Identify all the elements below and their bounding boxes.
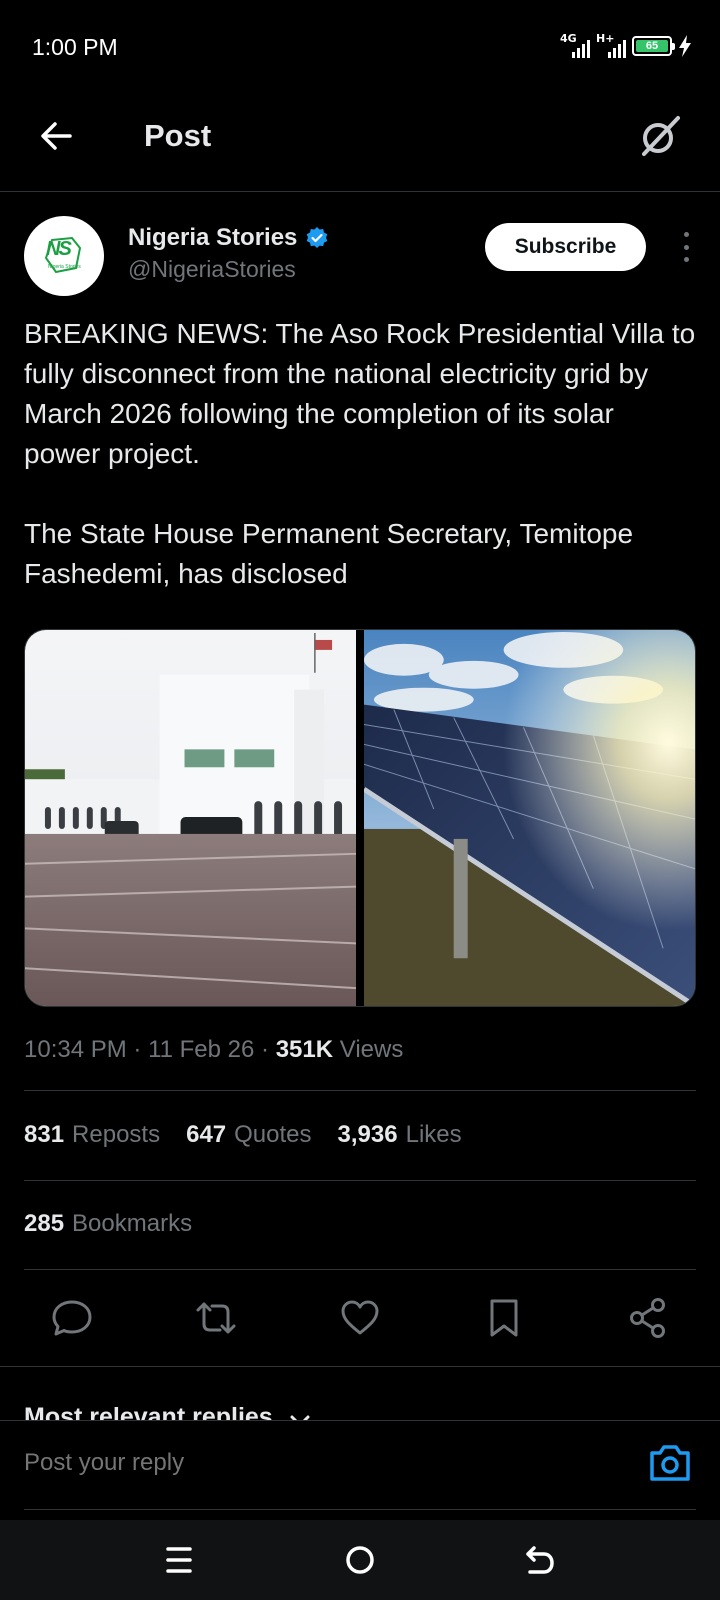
more-options-icon[interactable]	[674, 232, 698, 262]
charging-bolt-icon	[679, 35, 691, 57]
nigeria-stories-logo: NS Nigeria Stories	[42, 234, 86, 278]
battery-icon: 65	[632, 36, 675, 56]
signal-4g-icon: 4G	[560, 32, 590, 58]
avatar-logo-tagline: Nigeria Stories	[48, 264, 81, 270]
quotes-label: Quotes	[234, 1121, 312, 1148]
aso-rock-villa-image[interactable]	[25, 630, 356, 1006]
back-arrow-icon[interactable]	[36, 116, 76, 156]
battery-level: 65	[636, 40, 668, 52]
divider	[24, 1090, 696, 1091]
share-icon[interactable]	[626, 1296, 670, 1340]
post-media	[24, 629, 696, 1007]
bookmarks-label: Bookmarks	[72, 1210, 193, 1237]
divider	[24, 1180, 696, 1181]
divider	[24, 1269, 696, 1270]
reply-input[interactable]	[24, 1449, 334, 1477]
bookmarks-count: 285	[24, 1210, 65, 1237]
back-icon[interactable]	[522, 1542, 558, 1578]
like-icon[interactable]	[338, 1296, 382, 1340]
home-icon[interactable]	[342, 1542, 378, 1578]
verified-badge-icon	[307, 227, 328, 248]
camera-icon[interactable]	[648, 1443, 692, 1483]
post-stats: 831 Reposts 647 Quotes 3,936 Likes	[24, 1121, 462, 1149]
subscribe-button[interactable]: Subscribe	[485, 223, 646, 271]
divider	[0, 1366, 720, 1367]
likes-label: Likes	[405, 1121, 462, 1148]
views-count: 351K	[275, 1036, 334, 1063]
post-time: 10:34 PM	[24, 1036, 127, 1063]
grok-icon[interactable]	[636, 112, 684, 160]
author-name-text[interactable]: Nigeria Stories	[128, 224, 297, 252]
reposts-label: Reposts	[72, 1121, 161, 1148]
status-time: 1:00 PM	[32, 34, 118, 60]
post-date: 11 Feb 26	[148, 1036, 255, 1063]
action-bar	[0, 1296, 720, 1342]
avatar[interactable]: NS Nigeria Stories	[24, 216, 104, 296]
quotes-stat[interactable]: 647 Quotes	[186, 1121, 311, 1149]
reply-icon[interactable]	[50, 1296, 94, 1340]
views-label: Views	[339, 1036, 404, 1063]
likes-count: 3,936	[337, 1121, 398, 1148]
signal-hplus-icon: H+	[596, 32, 626, 58]
repost-icon[interactable]	[194, 1296, 238, 1340]
system-nav-bar	[0, 1520, 720, 1600]
likes-stat[interactable]: 3,936 Likes	[338, 1121, 462, 1149]
author-name[interactable]: Nigeria Stories	[128, 224, 329, 252]
post-author: NS Nigeria Stories Nigeria Stories @Nige…	[24, 214, 696, 298]
recent-apps-icon[interactable]	[162, 1542, 198, 1578]
reposts-stat[interactable]: 831 Reposts	[24, 1121, 160, 1149]
bookmarks-stat[interactable]: 285 Bookmarks	[24, 1210, 192, 1238]
avatar-logo-text: NS	[46, 238, 72, 260]
divider	[24, 1509, 696, 1510]
post-text: BREAKING NEWS: The Aso Rock Presidential…	[24, 318, 696, 589]
author-handle[interactable]: @NigeriaStories	[128, 256, 296, 283]
app-header: Post	[0, 96, 720, 192]
reposts-count: 831	[24, 1121, 65, 1148]
status-icons: 4G H+ 65	[560, 32, 692, 58]
solar-panels-image[interactable]	[364, 630, 695, 1006]
post-meta: 10:34 PM · 11 Feb 26 · 351K Views	[24, 1036, 404, 1063]
quotes-count: 647	[186, 1121, 227, 1148]
reply-composer	[0, 1420, 720, 1510]
page-title: Post	[144, 118, 212, 153]
status-bar: 1:00 PM 4G H+ 65	[0, 0, 720, 96]
bookmark-icon[interactable]	[482, 1296, 526, 1340]
